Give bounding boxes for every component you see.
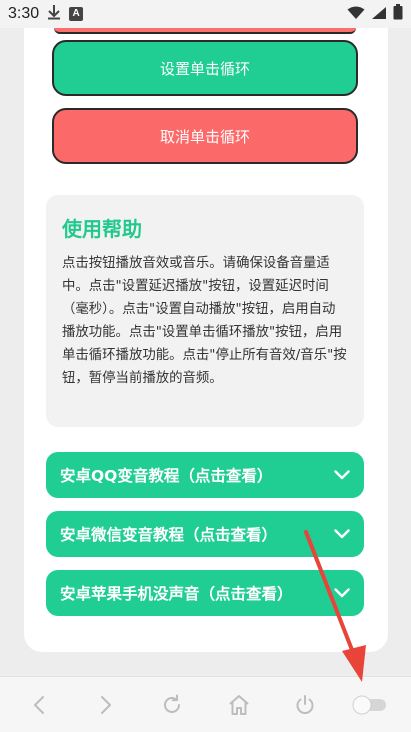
accordion-label: 安卓微信变音教程（点击查看） xyxy=(60,526,278,544)
forward-icon[interactable] xyxy=(93,693,117,717)
wifi-icon xyxy=(347,5,365,24)
refresh-icon[interactable] xyxy=(160,693,184,717)
help-panel: 使用帮助 点击按钮播放音效或音乐。请确保设备音量适中。点击"设置延迟播放"按钮，… xyxy=(46,195,364,427)
status-bar: 3:30 A xyxy=(0,0,411,28)
accordion-apple-no-sound[interactable]: 安卓苹果手机没声音（点击查看） xyxy=(46,570,364,616)
accordion-label: 安卓苹果手机没声音（点击查看） xyxy=(60,585,293,603)
accordion-label: 安卓QQ变音教程（点击查看） xyxy=(60,467,273,485)
back-icon[interactable] xyxy=(28,693,52,717)
accordion-wechat-tutorial[interactable]: 安卓微信变音教程（点击查看） xyxy=(46,511,364,557)
battery-icon xyxy=(393,4,403,24)
a-app-icon: A xyxy=(69,7,84,21)
signal-icon xyxy=(371,5,387,24)
power-icon[interactable] xyxy=(293,693,317,717)
help-title: 使用帮助 xyxy=(62,217,142,241)
toggle-icon[interactable] xyxy=(350,693,390,717)
help-text: 点击按钮播放音效或音乐。请确保设备音量适中。点击"设置延迟播放"按钮，设置延迟时… xyxy=(62,256,347,386)
chevron-down-icon xyxy=(334,466,350,484)
status-time: 3:30 xyxy=(8,5,40,22)
cancel-click-loop-button[interactable]: 取消单击循环 xyxy=(52,108,358,169)
previous-button-edge[interactable] xyxy=(54,28,356,34)
download-icon xyxy=(47,4,61,24)
chevron-down-icon xyxy=(334,525,350,543)
browser-nav-bar xyxy=(0,676,411,732)
chevron-down-icon xyxy=(334,584,350,602)
set-click-loop-button[interactable]: 设置单击循环 xyxy=(52,40,358,101)
accordion-qq-tutorial[interactable]: 安卓QQ变音教程（点击查看） xyxy=(46,452,364,498)
home-icon[interactable] xyxy=(227,693,251,717)
